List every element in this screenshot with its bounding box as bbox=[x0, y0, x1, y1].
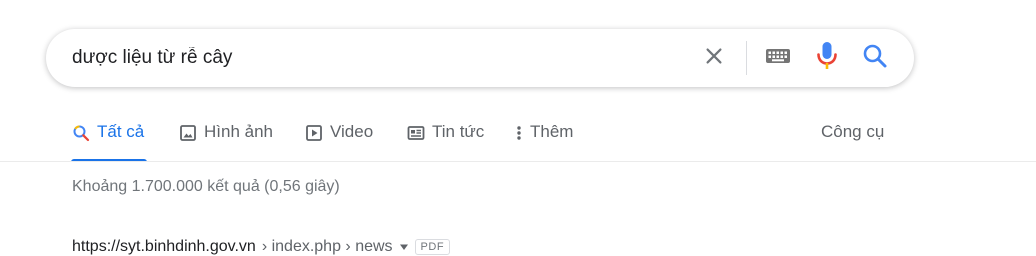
result-menu-icon[interactable] bbox=[399, 238, 409, 256]
search-icon bbox=[71, 123, 91, 143]
tab-more[interactable]: Thêm bbox=[514, 122, 573, 162]
image-icon bbox=[178, 123, 198, 143]
tab-video[interactable]: Video bbox=[304, 122, 373, 162]
more-vert-icon bbox=[514, 123, 524, 143]
tab-more-label: Thêm bbox=[530, 122, 574, 141]
search-tabs: Tất cả Hình ảnh Video Tin tức Thêm Công … bbox=[0, 0, 1036, 162]
tab-all[interactable]: Tất cả bbox=[71, 122, 147, 162]
news-icon bbox=[406, 123, 426, 143]
tab-news[interactable]: Tin tức bbox=[406, 122, 484, 162]
tab-news-label: Tin tức bbox=[432, 122, 485, 141]
tab-images-label: Hình ảnh bbox=[204, 122, 273, 141]
tab-video-label: Video bbox=[330, 122, 374, 141]
result-path: › index.php › news bbox=[261, 238, 393, 255]
tab-all-label: Tất cả bbox=[97, 122, 145, 141]
tab-images[interactable]: Hình ảnh bbox=[178, 122, 273, 162]
tabs-divider bbox=[0, 161, 1036, 162]
result-stats: Khoảng 1.700.000 kết quả (0,56 giây) bbox=[72, 178, 340, 195]
result-cite[interactable]: https://syt.binhdinh.gov.vn › index.php … bbox=[72, 238, 451, 256]
tools-button[interactable]: Công cụ bbox=[821, 122, 884, 142]
file-format-badge: PDF bbox=[414, 239, 451, 255]
play-icon bbox=[304, 123, 324, 143]
result-domain: https://syt.binhdinh.gov.vn bbox=[72, 238, 256, 255]
